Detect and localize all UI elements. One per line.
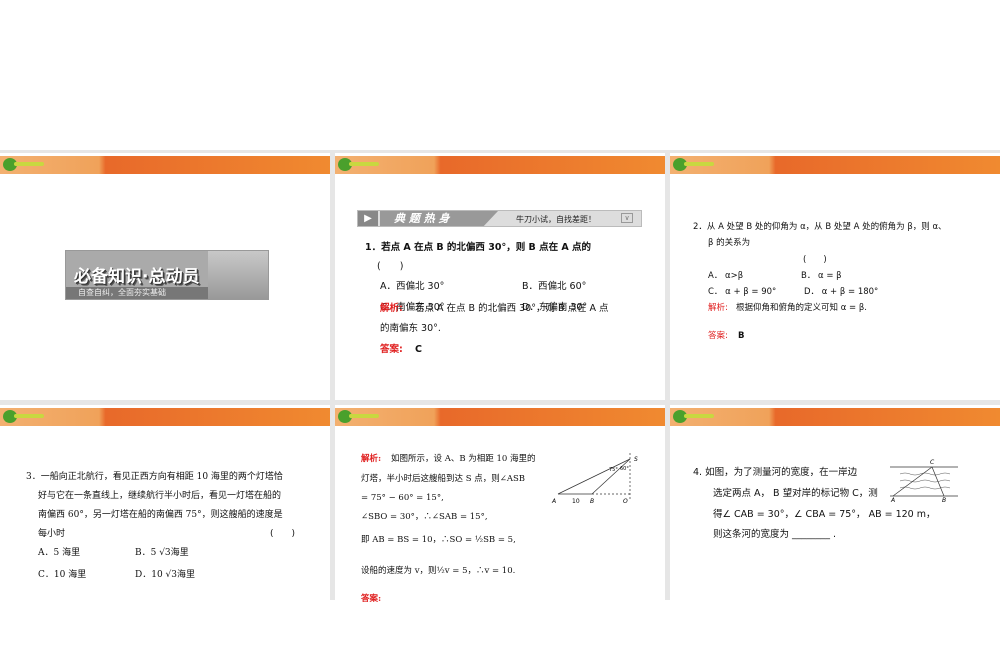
slide-thumbnail-4[interactable]: 3．一船向正北航行，看见正西方向有相距 10 海里的两个灯塔恰 好与它在一条直线…	[0, 405, 330, 652]
logo-text-icon	[349, 414, 379, 418]
analysis-text: 的南偏东 30°.	[380, 323, 441, 334]
answer-paren: ( )	[270, 529, 296, 539]
athlete-photo	[208, 251, 268, 299]
option-a: A．西偏北 30°	[380, 281, 445, 292]
point-a-label: A	[890, 497, 895, 502]
option-a: A． α>β	[708, 271, 744, 281]
point-a-label: A	[551, 498, 556, 503]
question-text: 4. 如图，为了测量河的宽度，在一岸边	[693, 467, 858, 478]
river-diagram: C A B	[890, 459, 958, 502]
analysis-text: 设船的速度为 v，则½v = 5，∴v = 10.	[361, 566, 516, 576]
analysis-text: 如图所示，设 A、B 为相距 10 海里的	[391, 454, 536, 464]
slide-header-bar	[670, 408, 1000, 426]
angle-75-label: 75°	[609, 467, 618, 473]
point-b-label: B	[942, 497, 946, 502]
option-d: D．10 √3海里	[135, 570, 195, 580]
slide-header-bar	[335, 156, 665, 174]
logo-text-icon	[14, 414, 44, 418]
slide-thumbnail-1[interactable]: 必备知识·总动员 自查自纠，全面夯实基础	[0, 153, 330, 400]
answer-label: 答案:	[361, 594, 382, 604]
logo-text-icon	[14, 162, 44, 166]
question-text: 得∠ CAB = 30°，∠ CBA = 75°， AB = 120 m，	[713, 509, 936, 520]
question-text: 好与它在一条直线上，继续航行半小时后，看见一灯塔在船的	[38, 491, 282, 501]
analysis-text: 根据仰角和俯角的定义可知 α = β.	[736, 303, 867, 313]
answer-paren: ( )	[377, 261, 404, 272]
logo-text-icon	[349, 162, 379, 166]
slide-header-bar	[0, 156, 330, 174]
point-s-label: S	[634, 456, 638, 463]
point-c-label: C	[930, 459, 935, 466]
play-icon: ▶	[358, 211, 378, 226]
section-title: 典 题 热 身	[380, 211, 498, 226]
option-c: C． α + β = 90°	[708, 287, 777, 297]
option-d: D． α + β = 180°	[804, 287, 879, 297]
question-text: 选定两点 A， B 望对岸的标记物 C，测	[713, 488, 878, 499]
option-c: C．10 海里	[38, 570, 87, 580]
question-text: 则这条河的宽度为 ________ .	[713, 529, 837, 540]
answer-label: 答案:	[380, 344, 403, 355]
section-bar: ▶ 典 题 热 身 牛刀小试，自找差距！ ∨	[357, 210, 642, 227]
slide-thumbnail-2[interactable]: ▶ 典 题 热 身 牛刀小试，自找差距！ ∨ 1．若点 A 在点 B 的北偏西 …	[335, 153, 665, 400]
option-b: B．5 √3海里	[135, 548, 189, 558]
analysis-label: 解析:	[380, 303, 403, 314]
distance-label: 10	[572, 498, 580, 503]
logo-text-icon	[684, 162, 714, 166]
slide-header-bar	[670, 156, 1000, 174]
answer-paren: ( )	[803, 255, 827, 265]
slide-header-bar	[335, 408, 665, 426]
analysis-text: = 75° − 60° = 15°,	[361, 493, 444, 503]
question-text: 南偏西 60°，另一灯塔在船的南偏西 75°，则这艘船的速度是	[38, 510, 283, 520]
question-text: β 的关系为	[708, 238, 751, 248]
answer-label: 答案:	[708, 331, 728, 341]
chevron-down-icon: ∨	[621, 213, 633, 223]
analysis-text: 即 AB = BS = 10，∴SO = ½SB = 5,	[361, 535, 516, 545]
point-b-label: B	[590, 498, 594, 503]
question-text: 每小时	[38, 529, 66, 539]
option-b: B．西偏北 60°	[522, 281, 587, 292]
banner-title: 必备知识·总动员	[74, 267, 200, 287]
option-b: B． α = β	[801, 271, 842, 281]
lighthouse-diagram: A 10 B O S 75° 60°	[551, 453, 638, 503]
analysis-label: 解析:	[708, 303, 728, 313]
question-text: 1．若点 A 在点 B 的北偏西 30°，则 B 点在 A 点的	[365, 242, 592, 253]
answer-value: C	[415, 344, 422, 355]
option-a: A．5 海里	[38, 548, 81, 558]
analysis-text: ∠SBO = 30°，∴∠SAB = 15°,	[361, 512, 488, 522]
logo-text-icon	[684, 414, 714, 418]
point-o-label: O	[623, 498, 628, 503]
slide-thumbnail-5[interactable]: 解析: 如图所示，设 A、B 为相距 10 海里的 灯塔，半小时后这艘船到达 S…	[335, 405, 665, 652]
analysis-text: 若点 A 在点 B 的北偏西 30°，则 B 点在 A 点	[415, 303, 609, 314]
slide-thumbnail-6[interactable]: 4. 如图，为了测量河的宽度，在一岸边 选定两点 A， B 望对岸的标记物 C，…	[670, 405, 1000, 652]
analysis-text: 灯塔，半小时后这艘船到达 S 点，则∠ASB	[361, 474, 526, 484]
slide-header-bar	[0, 408, 330, 426]
banner-subtitle: 自查自纠，全面夯实基础	[66, 287, 211, 299]
question-text: 2．从 A 处望 B 处的仰角为 α，从 B 处望 A 处的俯角为 β，则 α、	[693, 222, 947, 232]
section-subtitle: 牛刀小试，自找差距！	[516, 215, 596, 224]
section-banner: 必备知识·总动员 自查自纠，全面夯实基础	[65, 250, 269, 300]
angle-60-label: 60°	[620, 466, 629, 472]
question-text: 3．一船向正北航行，看见正西方向有相距 10 海里的两个灯塔恰	[26, 472, 283, 482]
slide-thumbnail-3[interactable]: 2．从 A 处望 B 处的仰角为 α，从 B 处望 A 处的俯角为 β，则 α、…	[670, 153, 1000, 400]
answer-value: B	[738, 331, 745, 341]
analysis-label: 解析:	[361, 454, 382, 464]
